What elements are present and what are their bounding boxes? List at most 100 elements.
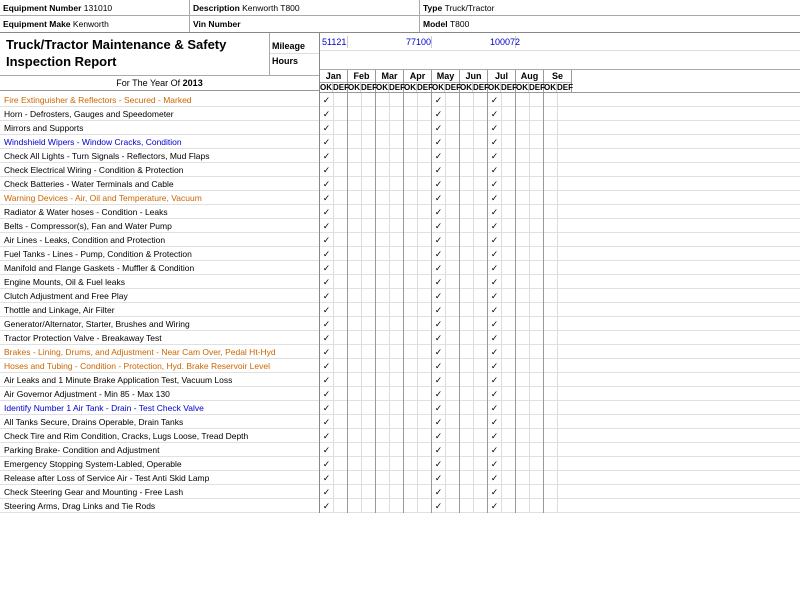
check-cell bbox=[460, 205, 474, 219]
check-cell bbox=[376, 233, 390, 247]
check-cell bbox=[348, 205, 362, 219]
check-cell: ✓ bbox=[432, 303, 446, 317]
check-cell bbox=[362, 359, 376, 373]
ok-header-se: OK bbox=[544, 83, 557, 92]
check-cell bbox=[446, 205, 460, 219]
check-cell bbox=[404, 457, 418, 471]
check-cell bbox=[446, 219, 460, 233]
check-cell bbox=[334, 107, 348, 121]
check-cell: ✓ bbox=[432, 149, 446, 163]
check-cell bbox=[516, 387, 530, 401]
model-field: Model T800 bbox=[420, 16, 800, 32]
check-cell: ✓ bbox=[320, 135, 334, 149]
check-cell: ✓ bbox=[432, 289, 446, 303]
check-cell bbox=[390, 387, 404, 401]
list-item: Horn - Defrosters, Gauges and Speedomete… bbox=[0, 107, 319, 121]
check-cell bbox=[390, 443, 404, 457]
checks-grid: ✓✓✓✓✓✓✓✓✓✓✓✓✓✓✓✓✓✓✓✓✓✓✓✓✓✓✓✓✓✓✓✓✓✓✓✓✓✓✓✓… bbox=[320, 93, 800, 513]
check-cell bbox=[390, 485, 404, 499]
check-cell bbox=[334, 275, 348, 289]
check-cell bbox=[376, 485, 390, 499]
check-cell bbox=[530, 401, 544, 415]
check-cell bbox=[474, 219, 488, 233]
check-cell bbox=[362, 149, 376, 163]
check-cell bbox=[446, 107, 460, 121]
months-header: JanOKDEFFebOKDEFMarOKDEFAprOKDEFMayOKDEF… bbox=[320, 70, 800, 93]
check-cell bbox=[530, 163, 544, 177]
title-panel: Truck/Tractor Maintenance & SafetyInspec… bbox=[0, 33, 320, 93]
check-cell bbox=[362, 121, 376, 135]
check-cell bbox=[516, 219, 530, 233]
check-cell bbox=[446, 499, 460, 513]
ok-header-jun: OK bbox=[460, 83, 473, 92]
check-cell bbox=[404, 191, 418, 205]
check-cell bbox=[446, 261, 460, 275]
check-cell bbox=[516, 275, 530, 289]
check-cell: ✓ bbox=[432, 415, 446, 429]
check-cell bbox=[334, 485, 348, 499]
check-cell bbox=[418, 163, 432, 177]
check-cell bbox=[348, 331, 362, 345]
check-cell bbox=[530, 135, 544, 149]
month-name-feb: Feb bbox=[348, 70, 375, 83]
check-cell bbox=[544, 429, 558, 443]
month-group-aug: AugOKDEF bbox=[516, 70, 544, 92]
month-group-se: SeOKDEF bbox=[544, 70, 572, 92]
check-cell bbox=[418, 485, 432, 499]
check-cell bbox=[516, 471, 530, 485]
check-cell bbox=[376, 443, 390, 457]
check-cell bbox=[390, 219, 404, 233]
check-cell: ✓ bbox=[432, 373, 446, 387]
check-cell bbox=[404, 121, 418, 135]
check-cell bbox=[474, 443, 488, 457]
def-header-jan: DEF bbox=[333, 83, 347, 92]
check-cell: ✓ bbox=[432, 233, 446, 247]
check-cell bbox=[362, 331, 376, 345]
list-item: Tractor Protection Valve - Breakaway Tes… bbox=[0, 331, 319, 345]
check-cell: ✓ bbox=[320, 373, 334, 387]
check-cell bbox=[418, 247, 432, 261]
ok-header-feb: OK bbox=[348, 83, 361, 92]
check-cell bbox=[362, 415, 376, 429]
check-cell bbox=[348, 289, 362, 303]
check-cell: ✓ bbox=[488, 107, 502, 121]
list-item: Fire Extinguisher & Reflectors - Secured… bbox=[0, 93, 319, 107]
check-cell bbox=[334, 457, 348, 471]
check-cell bbox=[544, 303, 558, 317]
check-cell bbox=[376, 471, 390, 485]
check-cell bbox=[516, 177, 530, 191]
check-cell bbox=[348, 275, 362, 289]
check-cell bbox=[530, 233, 544, 247]
check-cell bbox=[502, 303, 516, 317]
check-cell: ✓ bbox=[432, 121, 446, 135]
check-cell bbox=[474, 233, 488, 247]
check-cell bbox=[334, 261, 348, 275]
check-cell bbox=[334, 331, 348, 345]
check-cell bbox=[418, 317, 432, 331]
check-cell bbox=[390, 345, 404, 359]
check-cell bbox=[334, 163, 348, 177]
check-cell: ✓ bbox=[488, 135, 502, 149]
check-cell bbox=[530, 177, 544, 191]
check-cell bbox=[544, 163, 558, 177]
check-cell bbox=[376, 359, 390, 373]
check-cell bbox=[544, 135, 558, 149]
check-cell bbox=[460, 443, 474, 457]
month-group-jan: JanOKDEF bbox=[320, 70, 348, 92]
check-cell bbox=[404, 499, 418, 513]
check-cell bbox=[334, 387, 348, 401]
month-group-jun: JunOKDEF bbox=[460, 70, 488, 92]
check-cell bbox=[334, 317, 348, 331]
list-item: Hoses and Tubing - Condition - Protectio… bbox=[0, 359, 319, 373]
check-cell bbox=[362, 289, 376, 303]
check-cell bbox=[418, 443, 432, 457]
check-cell: ✓ bbox=[488, 429, 502, 443]
check-cell bbox=[530, 471, 544, 485]
check-cell bbox=[460, 415, 474, 429]
check-cell: ✓ bbox=[488, 219, 502, 233]
check-cell bbox=[446, 387, 460, 401]
check-cell bbox=[376, 415, 390, 429]
check-cell bbox=[362, 387, 376, 401]
check-cell bbox=[390, 205, 404, 219]
def-header-feb: DEF bbox=[361, 83, 375, 92]
